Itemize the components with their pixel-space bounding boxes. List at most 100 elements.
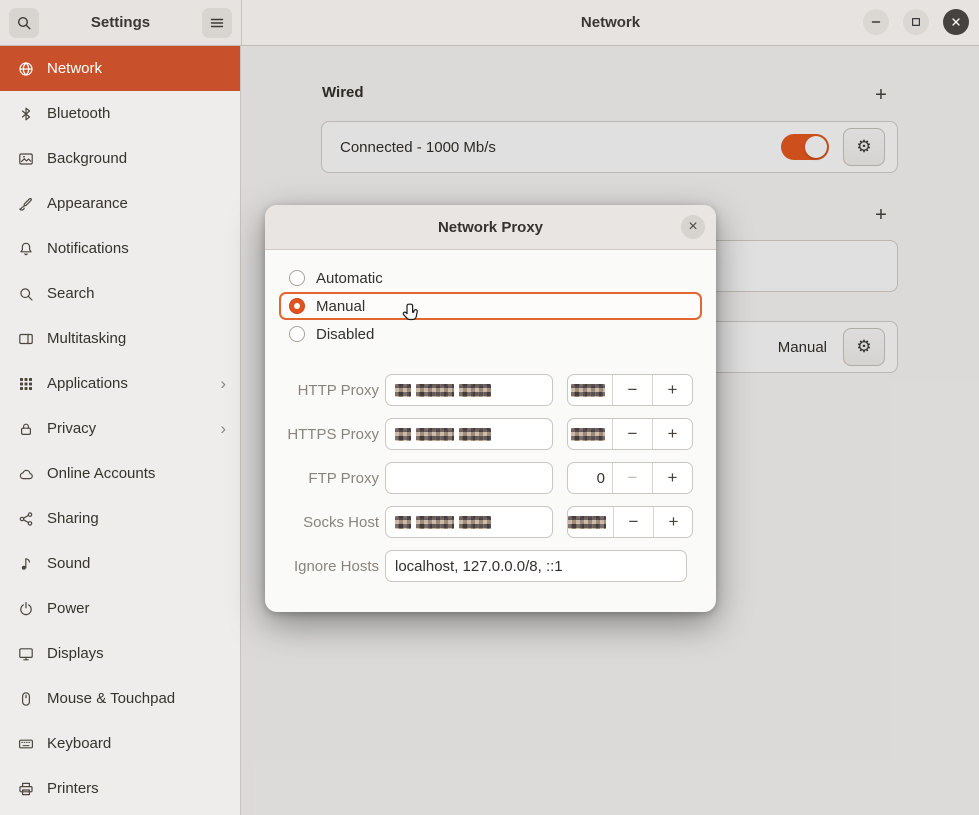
radio-unchecked-icon [289,270,305,286]
https-port-spinbutton[interactable]: − + [567,418,693,450]
bluetooth-icon [18,106,34,122]
field-label: Ignore Hosts [279,558,379,575]
sidebar-item-keyboard[interactable]: Keyboard [0,721,240,766]
sidebar-item-privacy[interactable]: Privacy › [0,406,240,451]
sidebar-item-label: Applications [47,375,128,392]
sidebar-item-applications[interactable]: Applications › [0,361,240,406]
cloud-icon [18,466,34,482]
minimize-icon [869,15,883,29]
http-proxy-input[interactable] [385,374,553,406]
sidebar-item-notifications[interactable]: Notifications [0,226,240,271]
sidebar-item-displays[interactable]: Displays [0,631,240,676]
field-label: Socks Host [279,514,379,531]
increment-button[interactable]: + [652,463,692,493]
sidebar-item-mouse-touchpad[interactable]: Mouse & Touchpad [0,676,240,721]
manual-proxy-form: HTTP Proxy − + HTTPS Proxy − + FTP Proxy [265,348,716,582]
sidebar-item-background[interactable]: Background [0,136,240,181]
close-icon [949,15,963,29]
radio-unchecked-icon [289,326,305,342]
increment-button[interactable]: + [652,419,692,449]
sidebar-item-label: Bluetooth [47,105,110,122]
multitasking-window-icon [18,331,34,347]
ignore-hosts-input[interactable]: localhost, 127.0.0.0/8, ::1 [385,550,687,582]
dialog-title: Network Proxy [438,219,543,236]
decrement-button[interactable]: − [612,419,652,449]
close-icon: × [688,219,697,235]
radio-label: Manual [316,298,365,315]
page-title: Network [581,14,640,31]
headerbar: Settings Network [0,0,979,46]
sidebar-item-label: Background [47,150,127,167]
radio-row-disabled[interactable]: Disabled [279,320,702,348]
maximize-button[interactable] [903,9,929,35]
sidebar-item-label: Mouse & Touchpad [47,690,175,707]
radio-row-automatic[interactable]: Automatic [279,264,702,292]
privacy-lock-icon [18,421,34,437]
sidebar-item-multitasking[interactable]: Multitasking [0,316,240,361]
network-globe-icon [18,61,34,77]
redacted-text [395,428,411,441]
sidebar-item-sound[interactable]: Sound [0,541,240,586]
redacted-text [459,384,491,397]
port-value [568,507,613,537]
sidebar-item-printers[interactable]: Printers [0,766,240,811]
sound-note-icon [18,556,34,572]
sidebar-item-online-accounts[interactable]: Online Accounts [0,451,240,496]
ftp-proxy-row: FTP Proxy 0 − + [279,462,702,494]
ftp-proxy-input[interactable] [385,462,553,494]
sharing-nodes-icon [18,511,34,527]
sidebar-item-bluetooth[interactable]: Bluetooth [0,91,240,136]
redacted-text [416,516,454,529]
redacted-text [416,428,454,441]
port-value: 0 [568,463,612,493]
redacted-text [395,516,411,529]
https-proxy-input[interactable] [385,418,553,450]
input-value: localhost, 127.0.0.0/8, ::1 [395,558,563,575]
close-button[interactable] [943,9,969,35]
chevron-right-icon: › [220,375,226,392]
http-port-spinbutton[interactable]: − + [567,374,693,406]
settings-sidebar: Network Bluetooth Background Appearance … [0,46,241,815]
dialog-close-button[interactable]: × [681,215,705,239]
redacted-text [571,384,605,397]
primary-menu-button[interactable] [202,8,232,38]
maximize-icon [909,15,923,29]
socks-host-input[interactable] [385,506,553,538]
main-headerbar: Network [242,0,979,45]
minimize-button[interactable] [863,9,889,35]
chevron-right-icon: › [220,420,226,437]
redacted-text [416,384,454,397]
mouse-icon [18,691,34,707]
increment-button[interactable]: + [653,507,693,537]
ignore-hosts-row: Ignore Hosts localhost, 127.0.0.0/8, ::1 [279,550,702,582]
sidebar-item-search[interactable]: Search [0,271,240,316]
ftp-port-spinbutton[interactable]: 0 − + [567,462,693,494]
field-label: HTTPS Proxy [279,426,379,443]
hamburger-menu-icon [209,15,225,31]
radio-checked-icon [289,298,305,314]
sidebar-item-label: Multitasking [47,330,126,347]
radio-label: Automatic [316,270,383,287]
sidebar-headerbar: Settings [0,0,242,45]
sidebar-item-label: Network [47,60,102,77]
background-image-icon [18,151,34,167]
sidebar-item-appearance[interactable]: Appearance [0,181,240,226]
radio-row-manual[interactable]: Manual [279,292,702,320]
applications-grid-icon [18,376,34,392]
socks-port-spinbutton[interactable]: − + [567,506,693,538]
increment-button[interactable]: + [652,375,692,405]
sidebar-item-power[interactable]: Power [0,586,240,631]
sidebar-item-label: Notifications [47,240,129,257]
search-button[interactable] [9,8,39,38]
field-label: HTTP Proxy [279,382,379,399]
sidebar-item-label: Sound [47,555,90,572]
sidebar-item-label: Power [47,600,90,617]
sidebar-item-label: Displays [47,645,104,662]
redacted-text [571,428,605,441]
decrement-button[interactable]: − [613,507,653,537]
sidebar-item-sharing[interactable]: Sharing [0,496,240,541]
decrement-button[interactable]: − [612,375,652,405]
sidebar-item-network[interactable]: Network [0,46,240,91]
proxy-mode-options: Automatic Manual Disabled [265,250,716,348]
sidebar-item-label: Appearance [47,195,128,212]
